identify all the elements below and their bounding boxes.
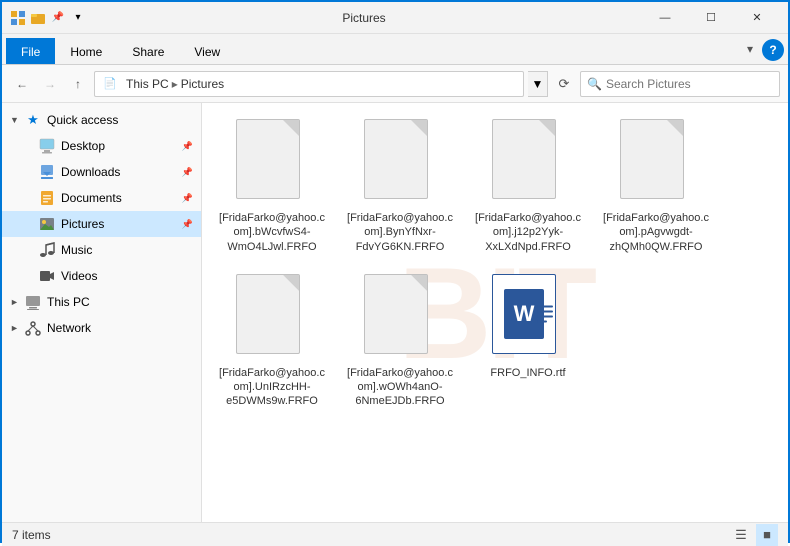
file-item-3[interactable]: [FridaFarko@yahoo.com].j12p2Yyk-XxLXdNpd…: [468, 113, 588, 260]
sidebar-item-videos[interactable]: Videos: [2, 263, 201, 289]
quick-access-label: Quick access: [47, 113, 193, 127]
file-item-1[interactable]: [FridaFarko@yahoo.com].bWcvfwS4-WmO4LJwl…: [212, 113, 332, 260]
path-segment-pc: 📄: [103, 77, 117, 90]
back-button[interactable]: ←: [10, 72, 34, 96]
file-icon-6: [364, 274, 436, 362]
file-item-4[interactable]: [FridaFarko@yahoo.com].pAgvwgdt-zhQMh0QW…: [596, 113, 716, 260]
status-bar: 7 items ☰ ■: [2, 522, 788, 546]
up-button[interactable]: ↑: [66, 72, 90, 96]
ribbon-expand-btn[interactable]: ▾: [738, 37, 762, 61]
sidebar-quick-access[interactable]: ▼ ★ Quick access: [2, 107, 201, 133]
file-item-2[interactable]: [FridaFarko@yahoo.com].BynYfNxr-FdvYG6KN…: [340, 113, 460, 260]
file-item-5[interactable]: [FridaFarko@yahoo.com].UnIRzcHH-e5DWMs9w…: [212, 268, 332, 415]
expand-arrow-network: ►: [10, 323, 20, 333]
main-layout: ▼ ★ Quick access Desktop 📌: [2, 103, 788, 522]
file-name-5: [FridaFarko@yahoo.com].UnIRzcHH-e5DWMs9w…: [218, 366, 326, 409]
word-lines: [537, 305, 553, 322]
maximize-button[interactable]: ☐: [688, 2, 734, 34]
path-this-pc: This PC: [126, 77, 169, 91]
path-sep-1: ▸: [172, 77, 178, 91]
ribbon-tab-list: File Home Share View ▾ ?: [2, 34, 788, 64]
search-input[interactable]: [606, 77, 773, 91]
search-icon: 🔍: [587, 77, 602, 91]
sidebar: ▼ ★ Quick access Desktop 📌: [2, 103, 202, 522]
address-dropdown[interactable]: ▼: [528, 71, 548, 97]
downloads-label: Downloads: [61, 165, 179, 179]
pin-icon: 📌: [50, 10, 66, 26]
this-pc-icon: [24, 293, 42, 311]
documents-pin: 📌: [182, 193, 193, 204]
help-btn[interactable]: ?: [762, 39, 784, 61]
downloads-icon: [38, 163, 56, 181]
tab-file[interactable]: File: [6, 38, 55, 64]
sidebar-item-this-pc[interactable]: ► This PC: [2, 289, 201, 315]
folder-icon: [30, 10, 46, 26]
search-box: 🔍: [580, 71, 780, 97]
address-path[interactable]: 📄 This PC ▸ Pictures: [94, 71, 524, 97]
close-button[interactable]: ✕: [734, 2, 780, 34]
sidebar-item-downloads[interactable]: Downloads 📌: [2, 159, 201, 185]
dropdown-icon[interactable]: ▾: [70, 10, 86, 26]
network-label: Network: [47, 321, 193, 335]
file-name-1: [FridaFarko@yahoo.com].bWcvfwS4-WmO4LJwl…: [218, 211, 326, 254]
window-title: Pictures: [86, 11, 642, 25]
file-name-7: FRFO_INFO.rtf: [490, 366, 565, 380]
downloads-pin: 📌: [182, 167, 193, 178]
title-bar-app-icons: 📌 ▾: [10, 10, 86, 26]
music-icon: [38, 241, 56, 259]
grid-view-button[interactable]: ■: [756, 524, 778, 546]
list-view-button[interactable]: ☰: [730, 524, 752, 546]
music-label: Music: [61, 243, 193, 257]
title-bar: 📌 ▾ Pictures — ☐ ✕: [2, 2, 788, 34]
forward-button[interactable]: →: [38, 72, 62, 96]
file-name-4: [FridaFarko@yahoo.com].pAgvwgdt-zhQMh0QW…: [602, 211, 710, 254]
path-pictures: Pictures: [181, 77, 224, 91]
file-name-6: [FridaFarko@yahoo.com].wOWh4anO-6NmeEJDb…: [346, 366, 454, 409]
tab-view[interactable]: View: [179, 38, 235, 64]
sidebar-item-documents[interactable]: Documents 📌: [2, 185, 201, 211]
ribbon: File Home Share View ▾ ?: [2, 34, 788, 65]
pictures-pin: 📌: [182, 219, 193, 230]
content-area: BIT [FridaFarko@yahoo.com].bWcvfwS4-WmO4…: [202, 103, 788, 522]
videos-icon: [38, 267, 56, 285]
minimize-button[interactable]: —: [642, 2, 688, 34]
pictures-label: Pictures: [61, 217, 179, 231]
tab-share[interactable]: Share: [117, 38, 179, 64]
refresh-button[interactable]: ⟳: [552, 72, 576, 96]
file-icon-4: [620, 119, 692, 207]
file-grid: [FridaFarko@yahoo.com].bWcvfwS4-WmO4LJwl…: [202, 103, 788, 425]
desktop-icon: [38, 137, 56, 155]
videos-label: Videos: [61, 269, 193, 283]
sidebar-item-desktop[interactable]: Desktop 📌: [2, 133, 201, 159]
app-icon: [10, 10, 26, 26]
this-pc-label: This PC: [47, 295, 193, 309]
documents-label: Documents: [61, 191, 179, 205]
address-bar: ← → ↑ 📄 This PC ▸ Pictures ▼ ⟳ 🔍: [2, 65, 788, 103]
item-count: 7 items: [12, 528, 51, 542]
documents-icon: [38, 189, 56, 207]
file-item-6[interactable]: [FridaFarko@yahoo.com].wOWh4anO-6NmeEJDb…: [340, 268, 460, 415]
window-controls: — ☐ ✕: [642, 2, 780, 34]
pictures-icon: [38, 215, 56, 233]
desktop-label: Desktop: [61, 139, 179, 153]
sidebar-item-network[interactable]: ► Network: [2, 315, 201, 341]
file-icon-2: [364, 119, 436, 207]
file-icon-7: W: [492, 274, 564, 362]
file-item-7[interactable]: W FRFO_INFO.rtf: [468, 268, 588, 415]
sidebar-item-pictures[interactable]: Pictures 📌: [2, 211, 201, 237]
network-icon: [24, 319, 42, 337]
file-icon-1: [236, 119, 308, 207]
star-icon: ★: [24, 111, 42, 129]
file-name-2: [FridaFarko@yahoo.com].BynYfNxr-FdvYG6KN…: [346, 211, 454, 254]
sidebar-item-music[interactable]: Music: [2, 237, 201, 263]
desktop-pin: 📌: [182, 141, 193, 152]
tab-home[interactable]: Home: [55, 38, 117, 64]
file-name-3: [FridaFarko@yahoo.com].j12p2Yyk-XxLXdNpd…: [474, 211, 582, 254]
status-bar-view-controls: ☰ ■: [730, 524, 778, 546]
file-icon-5: [236, 274, 308, 362]
file-icon-3: [492, 119, 564, 207]
expand-arrow-quick-access: ▼: [10, 115, 20, 125]
expand-arrow-this-pc: ►: [10, 297, 20, 307]
